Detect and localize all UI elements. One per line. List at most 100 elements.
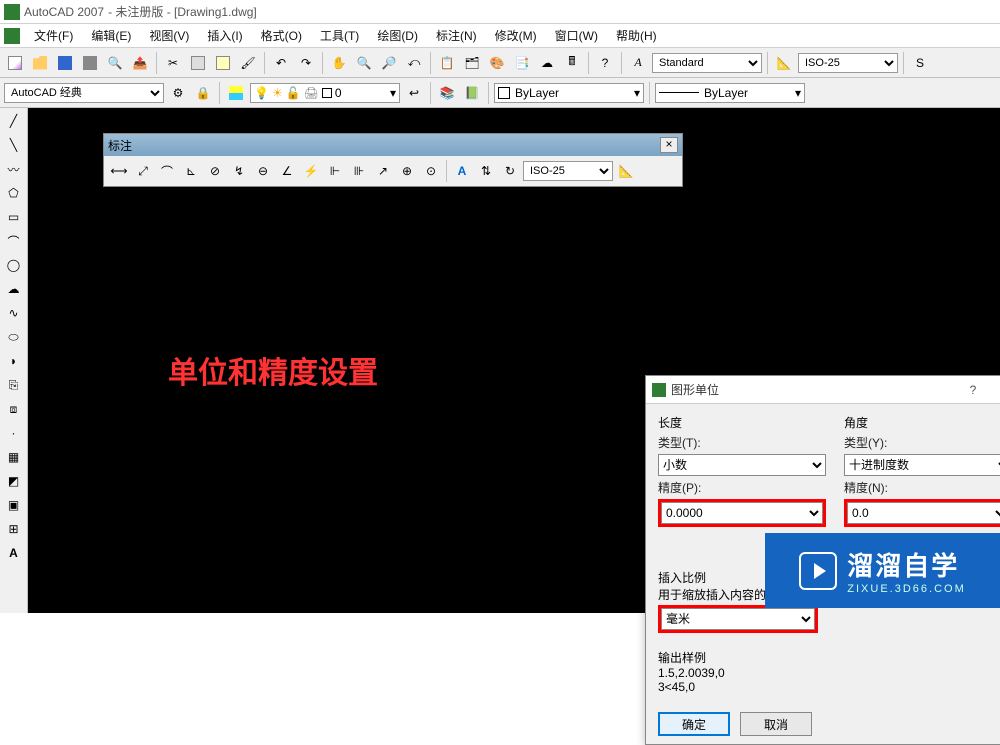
text-style-dropdown[interactable]: Standard bbox=[652, 53, 762, 73]
gradient-tool[interactable]: ◩ bbox=[2, 470, 26, 492]
menu-file[interactable]: 文件(F) bbox=[26, 25, 81, 46]
dim-style-dropdown[interactable]: ISO-25 bbox=[798, 53, 898, 73]
menu-draw[interactable]: 绘图(D) bbox=[369, 25, 426, 46]
workspace-dropdown[interactable]: AutoCAD 经典 bbox=[4, 83, 164, 103]
print-button[interactable] bbox=[79, 52, 101, 74]
menu-insert[interactable]: 插入(I) bbox=[199, 25, 250, 46]
line-tool[interactable]: ╱ bbox=[2, 110, 26, 132]
menu-dimension[interactable]: 标注(N) bbox=[428, 25, 485, 46]
menu-edit[interactable]: 编辑(E) bbox=[83, 25, 139, 46]
drawing-canvas[interactable]: 标注 × ⟷ ⤢ ⌒ ⊾ ⊘ ↯ ⊖ ∠ ⚡ ⊩ ⊪ ↗ ⊕ ⊙ A ⇅ bbox=[28, 108, 1000, 613]
dim-angular-button[interactable]: ∠ bbox=[276, 160, 298, 182]
menu-modify[interactable]: 修改(M) bbox=[487, 25, 545, 46]
help-button[interactable]: ? bbox=[594, 52, 616, 74]
dim-ordinate-button[interactable]: ⊾ bbox=[180, 160, 202, 182]
dim-tolerance-button[interactable]: ⊕ bbox=[396, 160, 418, 182]
length-precision-select[interactable]: 0.0000 bbox=[661, 502, 823, 524]
dimstyle-dropdown[interactable]: ISO-25 bbox=[523, 161, 613, 181]
xline-tool[interactable]: ╲ bbox=[2, 134, 26, 156]
dimstyle-manager-button[interactable]: 📐 bbox=[615, 160, 637, 182]
cut-button[interactable]: ✂ bbox=[162, 52, 184, 74]
layer-prev-button[interactable]: ↩ bbox=[403, 82, 425, 104]
ellipse-tool[interactable]: ⬭ bbox=[2, 326, 26, 348]
dim-diameter-button[interactable]: ⊖ bbox=[252, 160, 274, 182]
dim-tedit-button[interactable]: ⇅ bbox=[475, 160, 497, 182]
copy-button[interactable] bbox=[187, 52, 209, 74]
make-block-tool[interactable]: ⧈ bbox=[2, 398, 26, 420]
preview-button[interactable]: 🔍 bbox=[104, 52, 126, 74]
arc-tool[interactable]: ⌒ bbox=[2, 230, 26, 252]
dim-baseline-button[interactable]: ⊩ bbox=[324, 160, 346, 182]
insert-block-tool[interactable]: ⎘ bbox=[2, 374, 26, 396]
design-center-button[interactable]: 🗂 bbox=[461, 52, 483, 74]
menu-tools[interactable]: 工具(T) bbox=[312, 25, 367, 46]
menu-help[interactable]: 帮助(H) bbox=[608, 25, 665, 46]
close-button[interactable]: × bbox=[660, 137, 678, 153]
cancel-button[interactable]: 取消 bbox=[740, 712, 812, 736]
dim-radius-button[interactable]: ⊘ bbox=[204, 160, 226, 182]
dimension-toolbar-title[interactable]: 标注 × bbox=[104, 134, 682, 156]
layer-dropdown[interactable]: 💡 ☀ 🔓 🖨 0 ▾ bbox=[250, 83, 400, 103]
matchprop-button[interactable]: 🖌 bbox=[237, 52, 259, 74]
angle-precision-select[interactable]: 0.0 bbox=[847, 502, 1000, 524]
workspace-lock-button[interactable]: 🔒 bbox=[192, 82, 214, 104]
properties-button[interactable]: 📋 bbox=[436, 52, 458, 74]
sheet-set-button[interactable]: 📑 bbox=[511, 52, 533, 74]
dim-center-button[interactable]: ⊙ bbox=[420, 160, 442, 182]
dim-edit-button[interactable]: A bbox=[451, 160, 473, 182]
zoom-rt-button[interactable]: 🔍 bbox=[353, 52, 375, 74]
layer-manager-button[interactable] bbox=[225, 82, 247, 104]
menu-window[interactable]: 窗口(W) bbox=[547, 25, 606, 46]
revcloud-tool[interactable]: ☁ bbox=[2, 278, 26, 300]
markup-button[interactable]: ☁ bbox=[536, 52, 558, 74]
polygon-tool[interactable]: ⬠ bbox=[2, 182, 26, 204]
rectangle-tool[interactable]: ▭ bbox=[2, 206, 26, 228]
tablestyle-button[interactable]: S bbox=[909, 52, 931, 74]
textstyle-icon[interactable]: A bbox=[627, 52, 649, 74]
dialog-close-button[interactable]: × bbox=[988, 382, 1000, 398]
paste-button[interactable] bbox=[212, 52, 234, 74]
open-button[interactable] bbox=[29, 52, 51, 74]
region-tool[interactable]: ▣ bbox=[2, 494, 26, 516]
tool-palettes-button[interactable]: 🎨 bbox=[486, 52, 508, 74]
spline-tool[interactable]: ∿ bbox=[2, 302, 26, 324]
point-tool[interactable]: · bbox=[2, 422, 26, 444]
quickcalc-button[interactable]: 🖩 bbox=[561, 52, 583, 74]
pan-button[interactable]: ✋ bbox=[328, 52, 350, 74]
layer-iso-button[interactable]: 📗 bbox=[461, 82, 483, 104]
layer-states-button[interactable]: 📚 bbox=[436, 82, 458, 104]
hatch-tool[interactable]: ▦ bbox=[2, 446, 26, 468]
dim-update-button[interactable]: ↻ bbox=[499, 160, 521, 182]
mtext-tool[interactable]: A bbox=[2, 542, 26, 564]
zoom-win-button[interactable]: 🔎 bbox=[378, 52, 400, 74]
undo-button[interactable]: ↶ bbox=[270, 52, 292, 74]
ellipse-arc-tool[interactable]: ◗ bbox=[2, 350, 26, 372]
dim-quick-button[interactable]: ⚡ bbox=[300, 160, 322, 182]
menu-view[interactable]: 视图(V) bbox=[141, 25, 197, 46]
new-button[interactable] bbox=[4, 52, 26, 74]
dim-jogged-button[interactable]: ↯ bbox=[228, 160, 250, 182]
publish-button[interactable]: 📤 bbox=[129, 52, 151, 74]
save-button[interactable] bbox=[54, 52, 76, 74]
angle-type-select[interactable]: 十进制度数 bbox=[844, 454, 1000, 476]
dim-leader-button[interactable]: ↗ bbox=[372, 160, 394, 182]
zoom-prev-button[interactable]: ⤺ bbox=[403, 52, 425, 74]
dim-linear-button[interactable]: ⟷ bbox=[108, 160, 130, 182]
dialog-help-button[interactable]: ? bbox=[963, 383, 983, 397]
linetype-dropdown[interactable]: ByLayer ▾ bbox=[655, 83, 805, 103]
scale-unit-select[interactable]: 毫米 bbox=[661, 608, 815, 630]
dim-continue-button[interactable]: ⊪ bbox=[348, 160, 370, 182]
ok-button[interactable]: 确定 bbox=[658, 712, 730, 736]
color-dropdown[interactable]: ByLayer ▾ bbox=[494, 83, 644, 103]
dimstyle-icon[interactable]: 📐 bbox=[773, 52, 795, 74]
workspace-settings-button[interactable]: ⚙ bbox=[167, 82, 189, 104]
menu-format[interactable]: 格式(O) bbox=[253, 25, 310, 46]
table-tool[interactable]: ⊞ bbox=[2, 518, 26, 540]
redo-button[interactable]: ↷ bbox=[295, 52, 317, 74]
circle-tool[interactable]: ◯ bbox=[2, 254, 26, 276]
dim-arc-button[interactable]: ⌒ bbox=[156, 160, 178, 182]
dialog-titlebar[interactable]: 图形单位 ? × bbox=[646, 376, 1000, 404]
length-type-select[interactable]: 小数 bbox=[658, 454, 826, 476]
polyline-tool[interactable]: 〰 bbox=[2, 158, 26, 180]
dim-aligned-button[interactable]: ⤢ bbox=[132, 160, 154, 182]
